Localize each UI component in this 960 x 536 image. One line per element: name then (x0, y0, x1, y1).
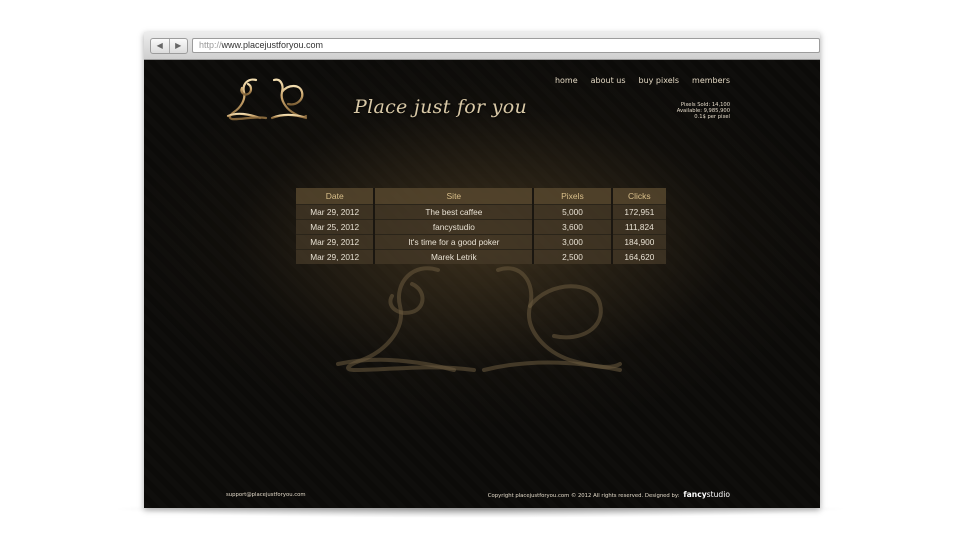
copyright-text: Copyright placejustforyou.com © 2012 All… (487, 493, 680, 499)
designer-logo[interactable]: fancystudio (683, 490, 730, 499)
nav-about-us[interactable]: about us (591, 76, 626, 85)
cell-date: Mar 29, 2012 (296, 204, 376, 220)
table-header-row: Date Site Pixels Clicks (296, 188, 666, 205)
nav-home[interactable]: home (555, 76, 578, 85)
support-email[interactable]: support@placejustforyou.com (226, 492, 306, 498)
cell-date: Mar 29, 2012 (296, 234, 376, 250)
table-row[interactable]: Mar 29, 2012 It's time for a good poker … (296, 234, 666, 250)
footer-copyright: Copyright placejustforyou.com © 2012 All… (488, 490, 730, 499)
url-host: www.placejustforyou.com (221, 40, 324, 50)
col-header-pixels: Pixels (533, 188, 613, 205)
browser-toolbar: ◀ ▶ http://www.placejustforyou.com (144, 32, 820, 60)
cell-pixels: 5,000 (533, 204, 613, 220)
nav-buy-pixels[interactable]: buy pixels (639, 76, 680, 85)
designer-name-rest: studio (706, 490, 730, 499)
ad-placements-table: Date Site Pixels Clicks Mar 29, 2012 The… (296, 188, 666, 264)
table-row[interactable]: Mar 29, 2012 The best caffee 5,000 172,9… (296, 204, 666, 220)
cell-date: Mar 29, 2012 (296, 249, 376, 264)
nav-members[interactable]: members (692, 76, 730, 85)
table-row[interactable]: Mar 29, 2012 Marek Letrik 2,500 164,620 (296, 249, 666, 264)
table-row[interactable]: Mar 25, 2012 fancystudio 3,600 111,824 (296, 219, 666, 235)
cell-site[interactable]: It's time for a good poker (374, 234, 535, 250)
ld-monogram-logo[interactable] (226, 74, 308, 122)
col-header-date: Date (296, 188, 376, 205)
cell-site[interactable]: The best caffee (374, 204, 535, 220)
cell-pixels: 3,600 (533, 219, 613, 235)
history-buttons: ◀ ▶ (150, 38, 188, 54)
pixel-stats: Pixels Sold: 14,100 Available: 9,985,900… (677, 102, 730, 120)
main-nav: home about us buy pixels members (555, 76, 730, 85)
cell-site[interactable]: Marek Letrik (374, 249, 535, 264)
site-tagline: Place just for you (354, 96, 528, 118)
cell-clicks: 172,951 (611, 204, 666, 220)
cell-pixels: 2,500 (533, 249, 613, 264)
cell-clicks: 111,824 (611, 219, 666, 235)
cell-clicks: 184,900 (611, 234, 666, 250)
cell-clicks: 164,620 (611, 249, 666, 264)
cell-pixels: 3,000 (533, 234, 613, 250)
col-header-clicks: Clicks (611, 188, 666, 205)
cell-site[interactable]: fancystudio (374, 219, 535, 235)
address-bar[interactable]: http://www.placejustforyou.com (192, 38, 820, 53)
designer-name-bold: fancy (683, 490, 707, 499)
pixel-price: 0.1$ per pixel (694, 114, 730, 120)
page-content: Place just for you home about us buy pix… (144, 60, 820, 508)
cell-date: Mar 25, 2012 (296, 219, 376, 235)
col-header-site: Site (374, 188, 535, 205)
forward-arrow-icon[interactable]: ▶ (170, 39, 188, 53)
browser-window: ◀ ▶ http://www.placejustforyou.com Place… (144, 32, 820, 508)
url-protocol: http:// (199, 40, 222, 50)
back-arrow-icon[interactable]: ◀ (151, 39, 170, 53)
ld-monogram-watermark (336, 266, 622, 372)
